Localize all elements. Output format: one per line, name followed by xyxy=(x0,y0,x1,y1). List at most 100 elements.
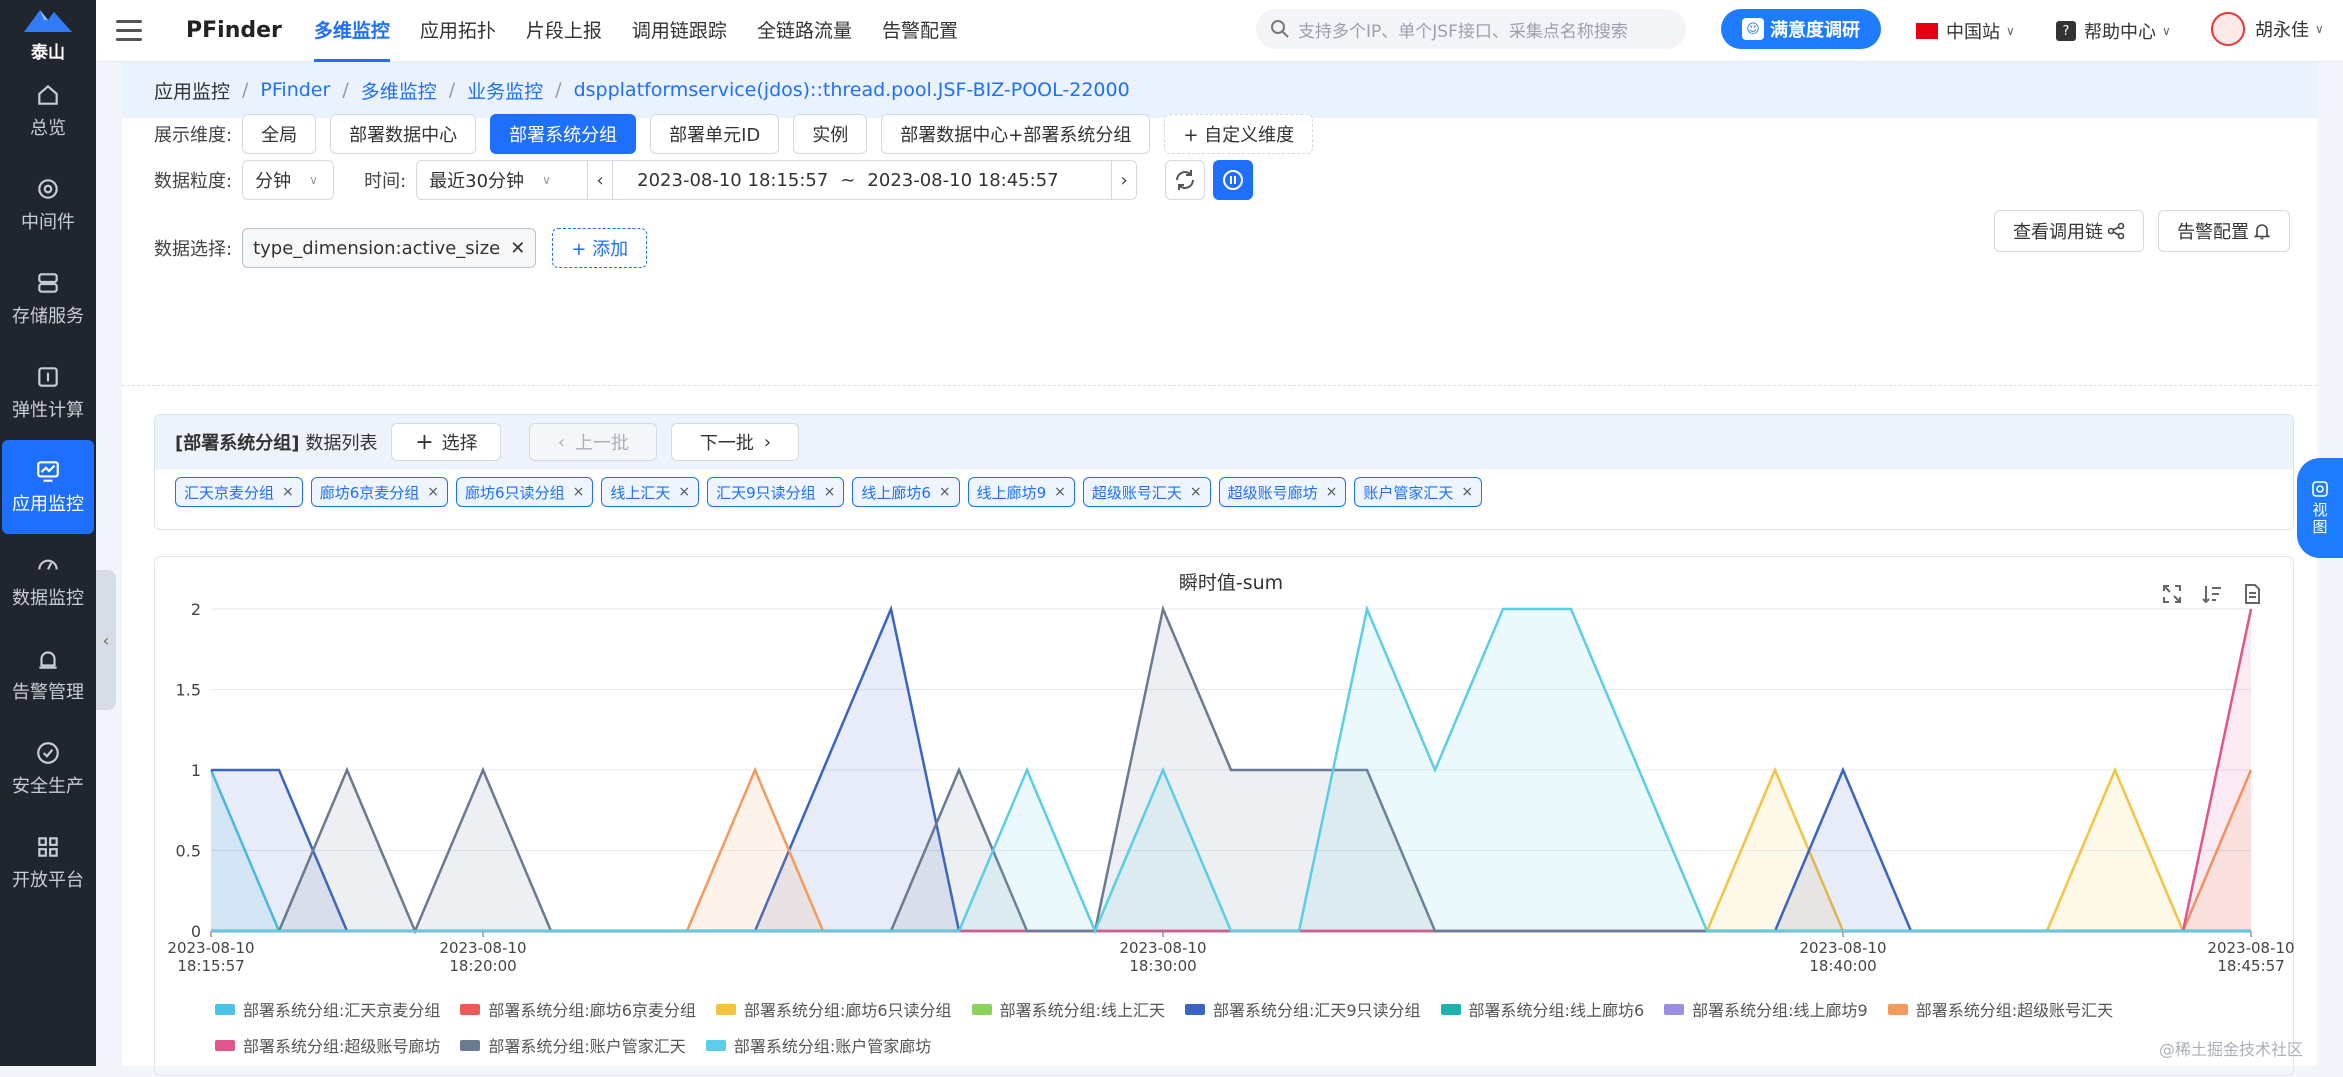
brand-title[interactable]: PFinder xyxy=(186,18,282,43)
series-tag[interactable]: 汇天京麦分组 × xyxy=(175,477,303,507)
logo[interactable]: 泰山 xyxy=(0,0,96,64)
prev-batch-button[interactable]: ‹ 上一批 xyxy=(529,423,658,461)
sidebar-item-label: 存储服务 xyxy=(12,306,84,327)
dimension-button-0[interactable]: 全局 xyxy=(242,114,317,154)
dimension-button-3[interactable]: 部署单元ID xyxy=(650,114,780,154)
document-icon[interactable] xyxy=(2241,583,2263,605)
user-menu[interactable]: 胡永佳 ∨ xyxy=(2211,12,2324,46)
chevron-down-icon: ∨ xyxy=(2315,22,2324,36)
close-icon[interactable]: ✕ xyxy=(510,238,525,259)
sidebar-item-0[interactable]: 总览 xyxy=(2,64,94,158)
alarm-config-button[interactable]: 告警配置 xyxy=(2158,210,2290,252)
legend-item[interactable]: 部署系统分组:超级账号汇天 xyxy=(1887,997,2113,1021)
close-icon[interactable]: × xyxy=(678,484,690,500)
sidebar-collapse-handle[interactable]: ‹ xyxy=(96,570,116,710)
dimension-button-1[interactable]: 部署数据中心 xyxy=(330,114,477,154)
series-tag[interactable]: 账户管家汇天 × xyxy=(1354,477,1483,507)
sidebar-item-7[interactable]: 安全生产 xyxy=(2,722,94,816)
sidebar-item-1[interactable]: 中间件 xyxy=(2,158,94,252)
close-icon[interactable]: × xyxy=(1190,484,1202,500)
y-tick-label: 2 xyxy=(191,600,201,619)
refresh-icon xyxy=(1176,170,1195,190)
sidebar-item-2[interactable]: 存储服务 xyxy=(2,252,94,346)
legend-item[interactable]: 部署系统分组:线上汇天 xyxy=(971,997,1165,1021)
china-flag-icon xyxy=(1916,23,1938,39)
top-tab-1[interactable]: 应用拓扑 xyxy=(420,0,496,62)
series-tag[interactable]: 廊坊6京麦分组 × xyxy=(310,477,449,507)
series-tag[interactable]: 廊坊6只读分组 × xyxy=(456,477,594,507)
legend-item[interactable]: 部署系统分组:账户管家廊坊 xyxy=(705,1033,931,1057)
legend-item[interactable]: 部署系统分组:汇天京麦分组 xyxy=(215,997,440,1021)
top-tab-0[interactable]: 多维监控 xyxy=(313,0,390,62)
legend-item[interactable]: 部署系统分组:廊坊6只读分组 xyxy=(715,997,952,1021)
middleware-icon xyxy=(38,179,58,199)
breadcrumb-item-4[interactable]: dspplatformservice(jdos)::thread.pool.JS… xyxy=(574,79,1130,101)
series-tag-label: 汇天9只读分组 xyxy=(716,483,816,502)
survey-button[interactable]: ☺ 满意度调研 xyxy=(1721,9,1881,49)
close-icon[interactable]: × xyxy=(282,484,294,500)
x-tick-date: 2023-08-10 xyxy=(167,939,254,957)
series-tag[interactable]: 线上廊坊9 × xyxy=(967,477,1075,507)
breadcrumb-item-1[interactable]: PFinder xyxy=(260,79,330,101)
watermark-text: @稀土掘金技术社区 xyxy=(2158,1040,2303,1059)
refresh-button[interactable] xyxy=(1165,160,1206,200)
sort-icon[interactable] xyxy=(2201,583,2223,605)
custom-dimension-button[interactable]: + 自定义维度 xyxy=(1164,114,1314,154)
data-select-tag[interactable]: type_dimension:active_size ✕ xyxy=(242,228,537,268)
breadcrumb-item-3[interactable]: 业务监控 xyxy=(467,77,543,104)
granularity-select[interactable]: 分钟 ∨ xyxy=(242,160,335,200)
series-tag[interactable]: 线上廊坊6 × xyxy=(852,477,960,507)
site-selector[interactable]: 中国站 ∨ xyxy=(1916,18,2015,44)
legend-item[interactable]: 部署系统分组:线上廊坊9 xyxy=(1664,997,1868,1021)
add-data-button[interactable]: + 添加 xyxy=(552,228,648,268)
close-icon[interactable]: × xyxy=(1461,484,1473,500)
hamburger-menu-icon[interactable] xyxy=(116,15,148,47)
top-tab-2[interactable]: 片段上报 xyxy=(526,0,602,62)
top-tab-5[interactable]: 告警配置 xyxy=(882,0,958,62)
close-icon[interactable]: × xyxy=(427,484,439,500)
x-tick-time: 18:15:57 xyxy=(177,957,244,975)
select-series-button[interactable]: + 选择 xyxy=(391,423,502,461)
close-icon[interactable]: × xyxy=(1326,484,1338,500)
sidebar-item-8[interactable]: 开放平台 xyxy=(2,816,94,910)
legend-item[interactable]: 部署系统分组:廊坊6京麦分组 xyxy=(460,997,696,1021)
dimension-button-2[interactable]: 部署系统分组 xyxy=(490,114,637,154)
x-tick-date: 2023-08-10 xyxy=(1799,939,1886,957)
view-side-tab[interactable]: 视图 xyxy=(2297,458,2343,558)
legend-item[interactable]: 部署系统分组:汇天9只读分组 xyxy=(1184,997,1421,1021)
breadcrumb-separator: / xyxy=(555,79,562,101)
series-tag[interactable]: 超级账号汇天 × xyxy=(1082,477,1211,507)
close-icon[interactable]: × xyxy=(1054,484,1066,500)
breadcrumb-item-0[interactable]: 应用监控 xyxy=(154,77,230,104)
time-preset-select[interactable]: 最近30分钟 ∨ xyxy=(416,160,589,200)
time-next-button[interactable]: › xyxy=(1111,160,1138,200)
view-trace-button[interactable]: 查看调用链 xyxy=(1994,210,2144,252)
help-center-menu[interactable]: ? 帮助中心 ∨ xyxy=(2056,18,2171,44)
legend-item[interactable]: 部署系统分组:线上廊坊6 xyxy=(1440,997,1644,1021)
top-tab-4[interactable]: 全链路流量 xyxy=(757,0,852,62)
close-icon[interactable]: × xyxy=(824,484,836,500)
time-prev-button[interactable]: ‹ xyxy=(587,160,614,200)
sidebar-item-4[interactable]: 应用监控 xyxy=(2,440,94,534)
legend-item[interactable]: 部署系统分组:账户管家汇天 xyxy=(460,1033,686,1057)
dimension-button-5[interactable]: 部署数据中心+部署系统分组 xyxy=(881,114,1151,154)
breadcrumb-item-2[interactable]: 多维监控 xyxy=(361,77,437,104)
dimension-button-4[interactable]: 实例 xyxy=(793,114,868,154)
divider xyxy=(122,385,2317,386)
next-batch-button[interactable]: 下一批 › xyxy=(671,423,800,461)
close-icon[interactable]: × xyxy=(573,484,585,500)
legend-item[interactable]: 部署系统分组:超级账号廊坊 xyxy=(215,1033,440,1057)
series-tag[interactable]: 超级账号廊坊 × xyxy=(1218,477,1347,507)
sidebar-item-5[interactable]: 数据监控 xyxy=(2,534,94,628)
time-range-input[interactable]: 2023-08-10 18:15:57 ~ 2023-08-10 18:45:5… xyxy=(612,160,1113,200)
series-tag[interactable]: 线上汇天 × xyxy=(601,477,700,507)
sidebar-item-6[interactable]: 告警管理 xyxy=(2,628,94,722)
fullscreen-icon[interactable] xyxy=(2161,583,2183,605)
close-icon[interactable]: × xyxy=(939,484,951,500)
series-tag[interactable]: 汇天9只读分组 × xyxy=(707,477,845,507)
sidebar-item-3[interactable]: 弹性计算 xyxy=(2,346,94,440)
global-search-input[interactable]: 支持多个IP、单个JSF接口、采集点名称搜索 xyxy=(1256,9,1686,49)
pause-button[interactable] xyxy=(1213,160,1254,200)
legend-swatch xyxy=(705,1039,726,1051)
top-tab-3[interactable]: 调用链跟踪 xyxy=(632,0,727,62)
